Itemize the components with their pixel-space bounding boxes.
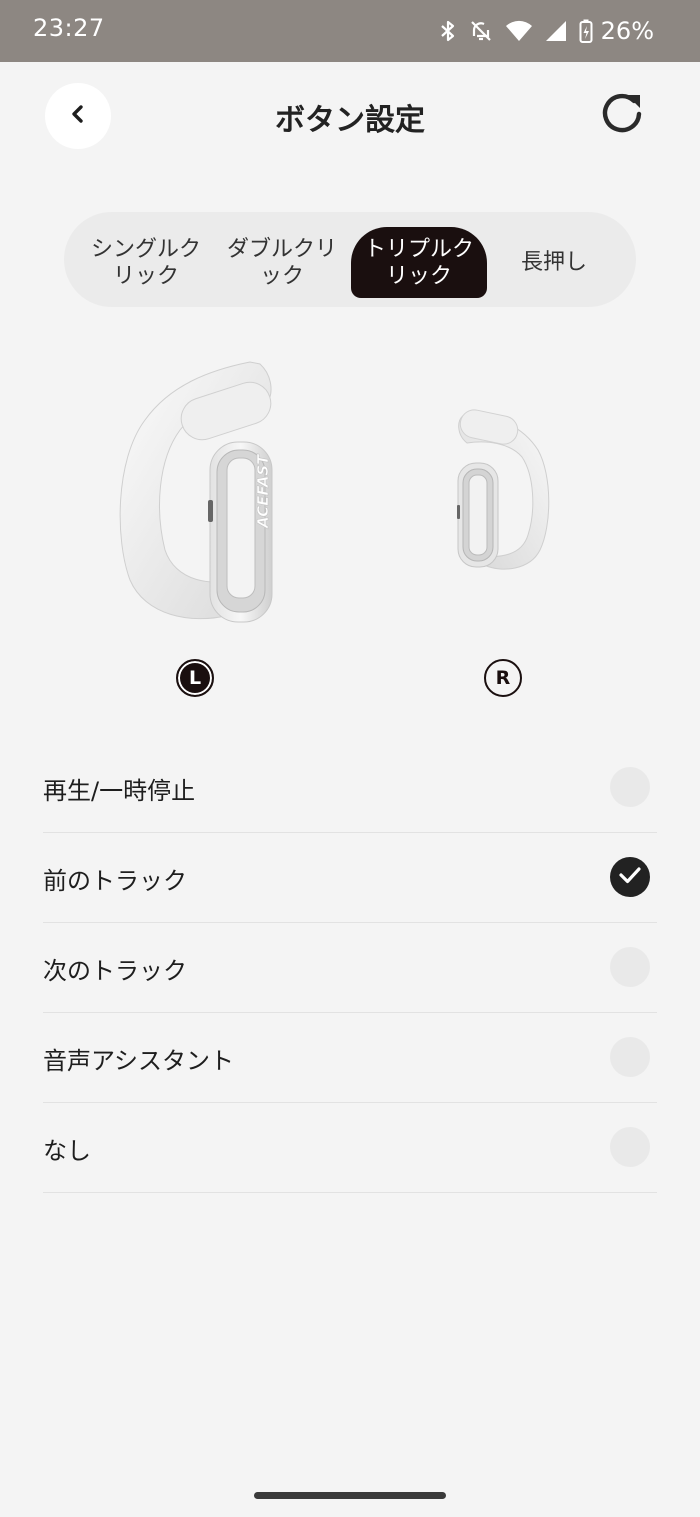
tab-triple-click[interactable]: トリプルク リック: [351, 227, 487, 298]
svg-text:ACEFAST: ACEFAST: [254, 453, 272, 529]
right-earbud-image[interactable]: [452, 405, 557, 575]
option-label: なし: [43, 1137, 91, 1165]
checkmark-icon: [618, 865, 642, 889]
tab-single-click[interactable]: シングルク リック: [78, 227, 214, 298]
left-earbud-badge[interactable]: L: [176, 659, 214, 697]
refresh-icon: [598, 90, 646, 142]
option-radio[interactable]: [610, 947, 650, 987]
mute-icon: [469, 19, 493, 43]
wifi-icon: [505, 20, 533, 42]
option-label: 次のトラック: [43, 957, 187, 985]
option-previous-track[interactable]: 前のトラック: [43, 833, 657, 923]
option-play-pause[interactable]: 再生/一時停止: [43, 743, 657, 833]
tab-double-click[interactable]: ダブルクリ ック: [214, 227, 350, 298]
option-label: 再生/一時停止: [43, 777, 196, 805]
tab-long-press[interactable]: 長押し: [486, 227, 622, 298]
home-indicator[interactable]: [254, 1492, 446, 1499]
refresh-button[interactable]: [596, 92, 648, 140]
signal-icon: [545, 20, 567, 42]
option-label: 前のトラック: [43, 867, 187, 895]
option-radio[interactable]: [610, 767, 650, 807]
right-earbud-badge[interactable]: R: [484, 659, 522, 697]
option-label: 音声アシスタント: [43, 1047, 235, 1075]
acefast-logo: ACEFAST: [254, 453, 273, 530]
status-bar: 23:27 26%: [0, 0, 700, 62]
option-radio-checked[interactable]: [610, 857, 650, 897]
battery-icon: [579, 19, 593, 43]
status-time: 23:27: [33, 14, 105, 42]
option-radio[interactable]: [610, 1127, 650, 1167]
option-none[interactable]: なし: [43, 1103, 657, 1193]
option-next-track[interactable]: 次のトラック: [43, 923, 657, 1013]
click-type-tabs: シングルク リック ダブルクリ ック トリプルク リック 長押し: [64, 212, 636, 307]
option-radio[interactable]: [610, 1037, 650, 1077]
left-earbud-image[interactable]: ACEFAST: [100, 350, 290, 635]
option-voice-assistant[interactable]: 音声アシスタント: [43, 1013, 657, 1103]
page-title: ボタン設定: [275, 103, 425, 138]
battery-percentage: 26%: [600, 17, 654, 45]
bluetooth-icon: [439, 19, 457, 43]
status-icons: 26%: [439, 14, 654, 48]
